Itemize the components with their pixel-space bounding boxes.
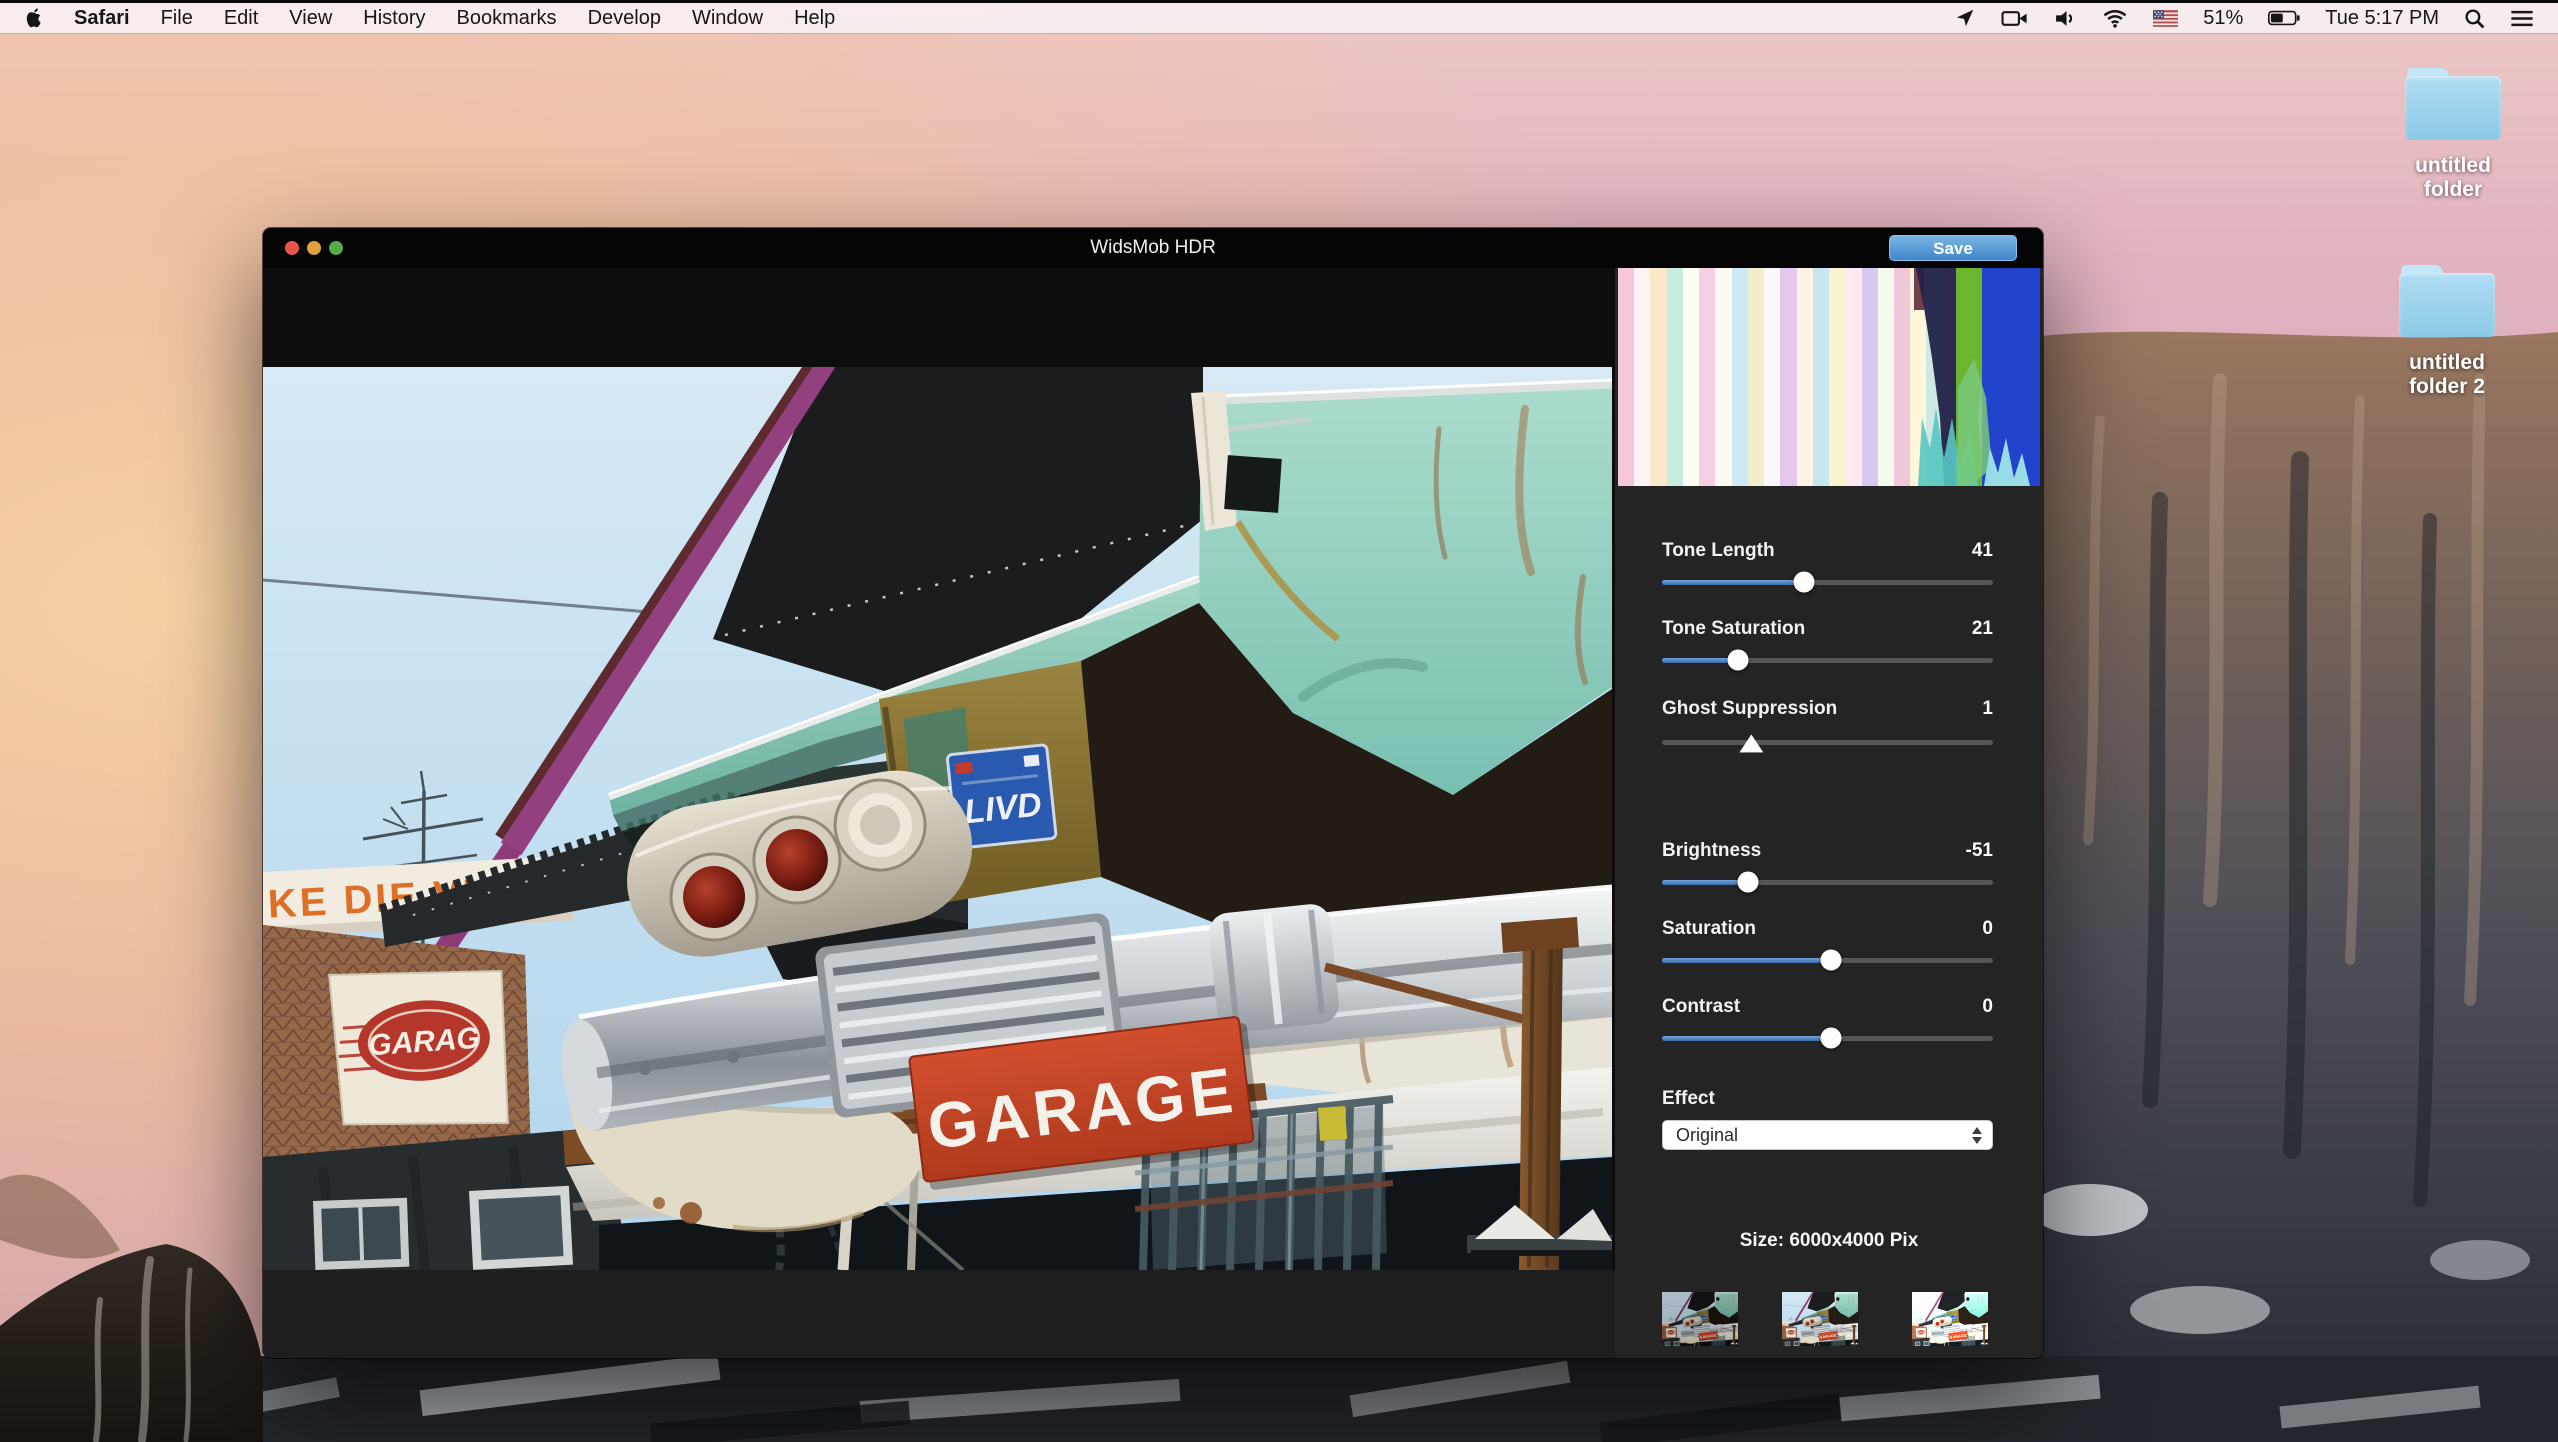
notification-list-icon[interactable] [2510,10,2534,27]
slider-value-brightness: -51 [1966,840,1993,862]
slider-value-ghost-suppression: 1 [1982,698,1993,720]
slider-label-saturation: Saturation [1662,918,1756,940]
slider-value-tone-length: 41 [1972,540,1993,562]
menu-item-history[interactable]: History [363,7,425,30]
wifi-icon[interactable] [2102,9,2128,28]
menu-item-file[interactable]: File [161,7,193,30]
source-thumbnail-3[interactable] [1912,1292,1988,1346]
preview-bottom-strip [263,1270,1615,1358]
desktop: KE DIE VIEL GARAG [0,0,2558,1442]
video-camera-icon[interactable] [2001,9,2029,28]
desktop-folder-2[interactable]: untitled folder 2 [2382,265,2512,399]
stepper-arrows-icon [1968,1124,1986,1146]
histogram-peaks [1618,268,2040,486]
location-arrow-icon[interactable] [1954,7,1976,29]
contrast-slider[interactable] [1662,1036,1993,1041]
folder-icon [2399,265,2495,337]
source-thumbnail-1[interactable] [1662,1292,1738,1346]
keyboard-flag-icon[interactable] [2153,10,2178,27]
menu-item-help[interactable]: Help [794,7,835,30]
apple-menu[interactable] [26,8,43,28]
menu-item-safari[interactable]: Safari [74,7,130,30]
slider-label-tone-length: Tone Length [1662,540,1775,562]
slider-value-saturation: 0 [1982,918,1993,940]
effect-selected-value: Original [1676,1121,1738,1149]
adjustment-panel: Tone Length 41 Tone Saturation 21 Ghost … [1615,268,2043,1358]
widsmob-hdr-window: WidsMob HDR Save Tone Lengt [263,228,2043,1358]
ghost-suppression-slider[interactable] [1662,740,1993,745]
photo-preview [263,367,1612,1270]
effect-label: Effect [1662,1088,1715,1110]
effect-dropdown[interactable]: Original [1662,1120,1993,1150]
slider-label-contrast: Contrast [1662,996,1740,1018]
battery-icon[interactable] [2268,10,2300,26]
menu-item-edit[interactable]: Edit [224,7,258,30]
save-button[interactable]: Save [1889,235,2017,261]
desktop-folder-1[interactable]: untitled folder [2388,68,2518,202]
menu-bar: Safari File Edit View History Bookmarks … [0,3,2558,33]
slider-label-ghost-suppression: Ghost Suppression [1662,698,1837,720]
saturation-slider[interactable] [1662,958,1993,963]
window-title: WidsMob HDR [263,228,2043,268]
folder-label: untitled folder 2 [2382,351,2512,399]
slider-value-contrast: 0 [1982,996,1993,1018]
slider-label-brightness: Brightness [1662,840,1761,862]
volume-icon[interactable] [2054,9,2077,28]
image-size-text: Size: 6000x4000 Pix [1615,1230,2043,1252]
source-thumbnail-2[interactable] [1782,1292,1858,1346]
slider-value-tone-saturation: 21 [1972,618,1993,640]
slider-label-tone-saturation: Tone Saturation [1662,618,1805,640]
menu-item-bookmarks[interactable]: Bookmarks [457,7,557,30]
menu-item-view[interactable]: View [289,7,332,30]
menu-item-develop[interactable]: Develop [588,7,661,30]
tone-length-slider[interactable] [1662,580,1993,585]
tone-saturation-slider[interactable] [1662,658,1993,663]
histogram [1618,268,2040,486]
folder-icon [2405,68,2501,140]
spotlight-search-icon[interactable] [2464,8,2485,29]
brightness-slider[interactable] [1662,880,1993,885]
apple-logo-icon [26,8,43,28]
menu-clock[interactable]: Tue 5:17 PM [2325,7,2439,30]
folder-label: untitled folder [2388,154,2518,202]
window-titlebar[interactable]: WidsMob HDR Save [263,228,2043,268]
battery-percent: 51% [2203,7,2243,30]
menu-item-window[interactable]: Window [692,7,763,30]
